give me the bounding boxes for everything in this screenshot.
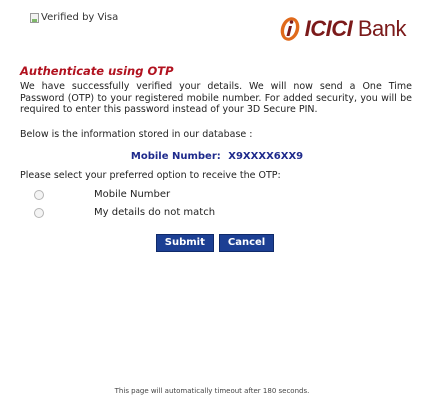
bank-emblem-icon — [280, 17, 299, 41]
bank-name: ICICI Bank — [304, 16, 407, 42]
submit-button[interactable]: Submit — [155, 233, 214, 252]
mobile-number-radio[interactable] — [34, 189, 44, 200]
option-details-mismatch[interactable]: My details do not match — [20, 204, 414, 222]
option-label: Mobile Number — [94, 189, 171, 200]
page-title: Authenticate using OTP — [20, 64, 174, 78]
button-row: Submit Cancel — [20, 233, 414, 252]
mobile-number-value: X9XXXX6XX9 — [228, 150, 304, 162]
bank-logo: ICICI Bank — [278, 16, 407, 42]
otp-page: Verified by Visa ICICI Bank Authenticate… — [0, 0, 424, 401]
mobile-number-label: Mobile Number: — [130, 150, 221, 162]
cancel-button[interactable]: Cancel — [218, 233, 275, 252]
option-mobile-number[interactable]: Mobile Number — [20, 186, 414, 204]
info-label: Below is the information stored in our d… — [20, 128, 253, 140]
header: Verified by Visa ICICI Bank — [20, 0, 414, 56]
intro-text: We have successfully verified your detai… — [20, 81, 412, 115]
verified-by-visa-image: Verified by Visa — [30, 12, 118, 23]
verified-by-visa-alt: Verified by Visa — [41, 12, 119, 23]
bank-brand: ICICI — [304, 16, 353, 41]
bank-suffix: Bank — [357, 16, 407, 41]
otp-options: Mobile Number My details do not match — [20, 186, 414, 222]
broken-image-icon — [30, 12, 39, 23]
details-mismatch-radio[interactable] — [34, 207, 44, 218]
timeout-notice: This page will automatically timeout aft… — [114, 387, 310, 395]
option-label: My details do not match — [94, 207, 216, 218]
select-option-label: Please select your preferred option to r… — [20, 169, 281, 181]
mobile-number-row: Mobile Number: X9XXXX6XX9 — [20, 151, 414, 162]
